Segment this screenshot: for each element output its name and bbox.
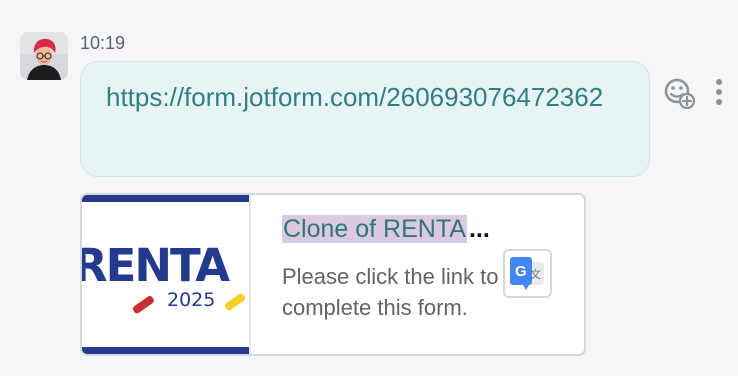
svg-text:文: 文 bbox=[530, 267, 541, 281]
message-time: 10:19 bbox=[80, 33, 126, 53]
preview-title[interactable]: Clone of RENTA... bbox=[282, 213, 490, 245]
preview-title-highlight: Clone of RENTA bbox=[282, 215, 467, 243]
preview-divider bbox=[249, 195, 251, 354]
preview-description-line-2: complete this form. bbox=[282, 295, 468, 320]
vertical-dots-icon bbox=[716, 79, 722, 105]
add-reaction-icon-graphic bbox=[664, 78, 696, 110]
translate-icon-graphic: G 文 bbox=[510, 257, 544, 290]
preview-title-ellipsis: ... bbox=[468, 215, 490, 243]
preview-thumbnail: RENTA 2025 bbox=[82, 195, 249, 354]
add-reaction-icon[interactable] bbox=[663, 77, 696, 110]
message-bubble: https://form.jotform.com/260693076472362 bbox=[80, 61, 650, 177]
renta-2025-logo: RENTA 2025 bbox=[82, 195, 249, 354]
preview-description: Please click the link to complete this f… bbox=[282, 261, 500, 341]
svg-text:G: G bbox=[515, 263, 527, 280]
preview-description-line-1: Please click the link to bbox=[282, 264, 499, 289]
logo-text: RENTA bbox=[82, 239, 230, 292]
link-preview-card[interactable]: RENTA 2025 Clone of RENTA... Please clic… bbox=[80, 193, 586, 356]
message-link[interactable]: https://form.jotform.com/260693076472362 bbox=[106, 78, 628, 117]
avatar[interactable] bbox=[20, 32, 68, 80]
logo-year: 2025 bbox=[167, 289, 215, 311]
google-translate-icon[interactable]: G 文 bbox=[503, 249, 552, 298]
more-options-icon[interactable] bbox=[710, 76, 728, 108]
avatar-image bbox=[20, 32, 68, 80]
